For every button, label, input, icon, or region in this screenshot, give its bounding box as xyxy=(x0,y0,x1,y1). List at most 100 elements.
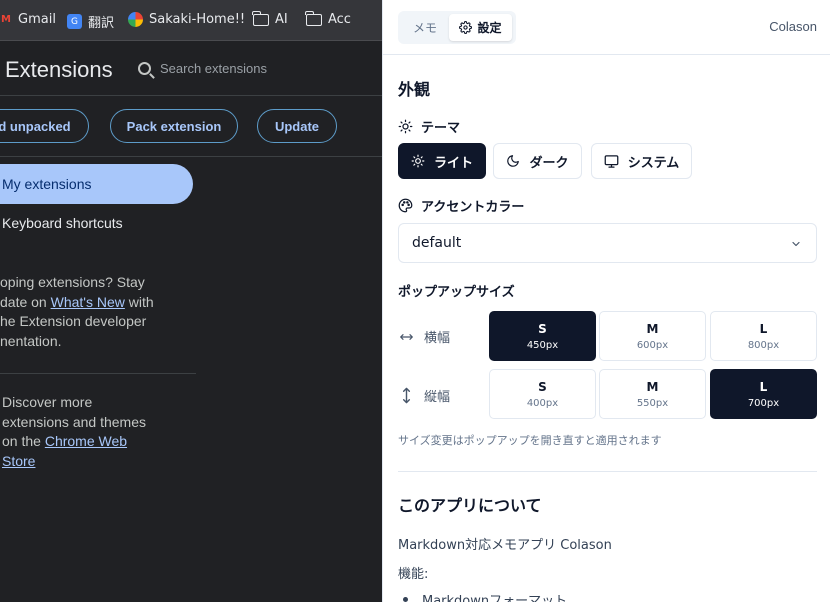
sun-icon xyxy=(411,154,425,168)
bookmark-label: Sakaki-Home!! xyxy=(149,12,246,27)
theme-system-label: システム xyxy=(627,155,680,171)
nav-keyboard-shortcuts[interactable]: Keyboard shortcuts xyxy=(2,215,123,231)
blurb-text: with xyxy=(124,293,154,310)
blurb-line: nentation. xyxy=(0,332,62,349)
features-label: 機能: xyxy=(398,567,429,582)
popup-size-title: ポップアップサイズ xyxy=(398,285,515,300)
move-vertical-icon xyxy=(402,387,411,404)
tab-list: メモ 設定 xyxy=(398,11,516,44)
theme-dark-label: ダーク xyxy=(529,155,569,171)
search-icon xyxy=(138,62,151,75)
moon-icon xyxy=(507,155,520,167)
theme-light-button[interactable]: ライト xyxy=(398,143,486,179)
palette-icon xyxy=(398,198,413,213)
height-label: 縦幅 xyxy=(398,386,450,405)
bookmark-sakaki-home[interactable]: Sakaki-Home!! xyxy=(128,12,245,27)
developer-blurb: oping extensions? Stay date on What's Ne… xyxy=(0,273,175,351)
width-s-button[interactable]: S 450px xyxy=(489,311,596,361)
bookmark-folder-acc[interactable]: Acc xyxy=(305,10,351,27)
size-px: 600px xyxy=(636,339,669,351)
bookmark-folder-ai[interactable]: AI xyxy=(252,10,288,27)
gmail-icon: M xyxy=(1,14,11,25)
accent-color-select[interactable]: default xyxy=(398,223,817,263)
bookmark-label: Acc xyxy=(328,12,351,27)
bookmark-label: 翻訳 xyxy=(88,16,115,31)
bookmark-label: Gmail xyxy=(18,12,56,27)
theme-dark-button[interactable]: ダーク xyxy=(493,143,582,179)
chevron-down-icon xyxy=(792,241,800,247)
height-s-button[interactable]: S 400px xyxy=(489,369,596,419)
about-description: Markdown対応メモアプリ Colason xyxy=(398,538,612,553)
folder-icon xyxy=(252,10,269,26)
store-line: extensions and themes xyxy=(2,413,146,430)
size-letter: S xyxy=(538,379,547,394)
theme-label: テーマ xyxy=(398,117,460,136)
translate-icon: G xyxy=(67,14,82,29)
tab-settings-label: 設定 xyxy=(477,21,502,35)
size-letter: M xyxy=(646,321,659,336)
chrome-extensions-page: M Gmail G 翻訳 Sakaki-Home!! AI Acc Extens… xyxy=(0,0,382,602)
whats-new-link[interactable]: What's New xyxy=(51,294,125,310)
bookmarks-bar: M Gmail G 翻訳 Sakaki-Home!! AI Acc xyxy=(0,0,382,41)
colason-settings-panel: メモ 設定 Colason 外観 テーマ ライト ダーク システム アクセントカ… xyxy=(382,0,830,602)
bookmark-translate[interactable]: G 翻訳 xyxy=(67,12,114,31)
theme-system-button[interactable]: システム xyxy=(591,143,692,179)
search-extensions[interactable]: Search extensions xyxy=(138,61,267,76)
move-horizontal-icon xyxy=(400,333,413,340)
folder-icon xyxy=(305,10,322,26)
size-letter: L xyxy=(759,379,768,394)
theme-label-text: テーマ xyxy=(421,121,461,136)
divider xyxy=(0,95,382,96)
blurb-line: oping extensions? Stay xyxy=(0,274,145,290)
extensions-title: Extensions xyxy=(5,57,113,82)
tab-settings[interactable]: 設定 xyxy=(449,14,512,41)
chrome-icon xyxy=(128,12,143,27)
monitor-icon xyxy=(604,154,619,168)
size-letter: M xyxy=(646,379,659,394)
chrome-web-store-link[interactable]: Chrome Web xyxy=(45,433,127,449)
width-l-button[interactable]: L 800px xyxy=(710,311,817,361)
divider xyxy=(0,373,196,374)
size-letter: L xyxy=(759,321,768,336)
theme-light-label: ライト xyxy=(433,155,473,171)
store-line: Discover more xyxy=(2,394,93,410)
size-px: 700px xyxy=(747,397,780,409)
size-change-hint: サイズ変更はポップアップを開き直すと適用されます xyxy=(398,434,662,447)
appearance-title: 外観 xyxy=(398,80,431,99)
height-m-button[interactable]: M 550px xyxy=(599,369,706,419)
width-m-button[interactable]: M 600px xyxy=(599,311,706,361)
size-px: 800px xyxy=(747,339,780,351)
update-button[interactable]: Update xyxy=(257,109,337,143)
about-title: このアプリについて xyxy=(398,496,542,515)
chrome-web-store-blurb: Discover more extensions and themes on t… xyxy=(2,393,172,471)
store-line: Store xyxy=(2,452,172,472)
size-px: 400px xyxy=(526,397,559,409)
bookmark-label: AI xyxy=(275,12,288,27)
size-px: 550px xyxy=(636,397,669,409)
store-text: on the xyxy=(2,433,45,449)
height-l-button[interactable]: L 700px xyxy=(710,369,817,419)
divider xyxy=(0,156,382,157)
panel-header: メモ 設定 Colason xyxy=(383,0,830,55)
app-brand: Colason xyxy=(769,19,817,34)
gear-icon xyxy=(459,21,473,34)
load-unpacked-button[interactable]: d unpacked xyxy=(0,109,89,143)
list-item: Markdownフォーマット xyxy=(403,590,567,602)
blurb-line: he Extension developer xyxy=(0,313,147,329)
size-px: 450px xyxy=(526,339,559,351)
pack-extension-button[interactable]: Pack extension xyxy=(110,109,238,143)
accent-color-value: default xyxy=(412,235,462,251)
store-line: on the Chrome Web xyxy=(2,432,172,452)
sun-icon xyxy=(398,119,413,134)
blurb-line: date on What's New with xyxy=(0,293,175,313)
accent-color-label: アクセントカラー xyxy=(398,196,524,215)
width-label-text: 横幅 xyxy=(424,331,451,346)
bullet-icon xyxy=(403,597,408,602)
search-placeholder: Search extensions xyxy=(160,61,267,76)
divider xyxy=(398,471,817,472)
nav-my-extensions[interactable]: My extensions xyxy=(0,164,193,204)
size-letter: S xyxy=(538,321,547,336)
chrome-web-store-link-cont[interactable]: Store xyxy=(2,453,35,469)
bookmark-gmail[interactable]: M Gmail xyxy=(0,12,56,27)
tab-memo[interactable]: メモ xyxy=(402,14,448,41)
